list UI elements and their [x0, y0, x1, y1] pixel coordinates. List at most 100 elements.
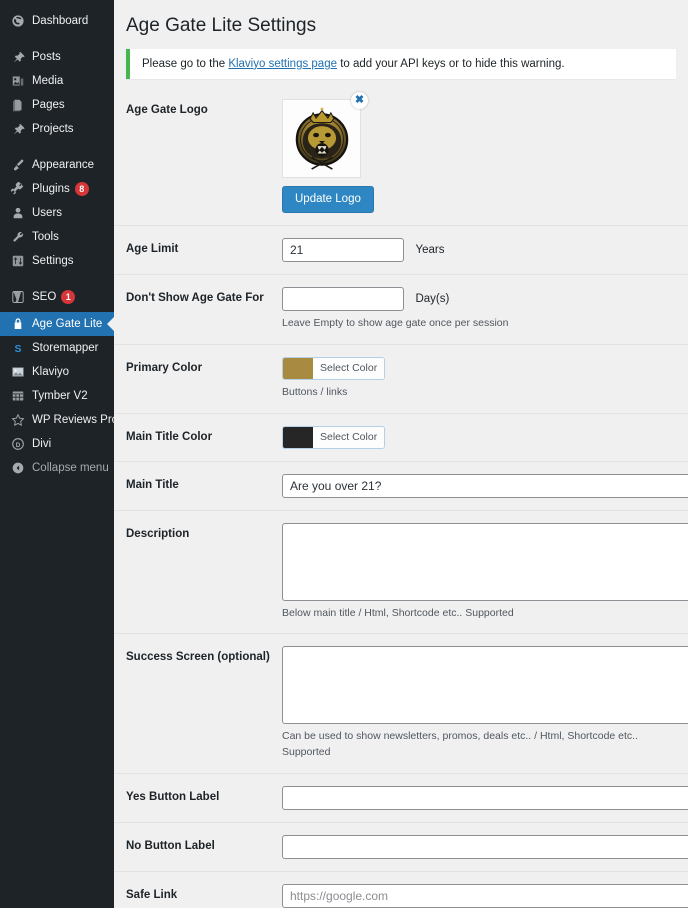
sidebar-item-klaviyo[interactable]: Klaviyo: [0, 360, 114, 384]
sidebar-item-media[interactable]: Media: [0, 69, 114, 93]
sidebar-item-storemapper[interactable]: S Storemapper: [0, 336, 114, 360]
sidebar-item-tymber-v2[interactable]: Tymber V2: [0, 384, 114, 408]
sidebar-item-label: Pages: [32, 99, 65, 111]
label-no-button: No Button Label: [126, 839, 215, 852]
main-title-color-swatch[interactable]: [283, 426, 313, 448]
sidebar-item-tools[interactable]: Tools: [0, 225, 114, 249]
safe-link-input[interactable]: [282, 883, 688, 908]
sidebar-item-label: Tymber V2: [32, 390, 88, 402]
sidebar-item-label: Users: [32, 207, 63, 219]
remove-logo-icon[interactable]: ✖: [351, 91, 368, 109]
label-primary-color: Primary Color: [126, 361, 203, 374]
wrench-icon: [9, 229, 26, 246]
row-success-screen: Success Screen (optional) Can be used to…: [114, 633, 688, 773]
svg-text:S: S: [14, 343, 21, 355]
sidebar-item-divi[interactable]: D Divi: [0, 432, 114, 456]
lion-crest-logo-icon: [295, 107, 348, 170]
page-title: Age Gate Lite Settings: [126, 15, 317, 36]
row-dont-show-age-gate: Don't Show Age Gate For Day(s) Leave Emp…: [114, 274, 688, 344]
sidebar-item-label: Divi: [32, 438, 52, 450]
star-icon: [9, 412, 26, 429]
pin-icon: [9, 121, 26, 138]
sidebar-item-posts[interactable]: Posts: [0, 45, 114, 69]
sidebar-item-wp-reviews-pro[interactable]: WP Reviews Pro: [0, 408, 114, 432]
pages-icon: [9, 97, 26, 114]
update-logo-button[interactable]: Update Logo: [282, 186, 374, 214]
dashboard-icon: [9, 13, 26, 30]
klaviyo-settings-link[interactable]: Klaviyo settings page: [228, 58, 337, 70]
paintbrush-icon: [9, 157, 26, 174]
hint-primary-color: Buttons / links: [282, 385, 348, 398]
divi-circle-d-icon: D: [9, 436, 26, 453]
sidebar-item-label: Klaviyo: [32, 366, 70, 378]
label-safe-link: Safe Link: [126, 888, 178, 901]
main-title-input[interactable]: [282, 473, 688, 498]
label-main-title-color: Main Title Color: [126, 430, 213, 443]
row-yes-button-label: Yes Button Label: [114, 772, 688, 822]
admin-sidebar: Dashboard Posts Media Pages Projects Appearan…: [0, 0, 114, 908]
collapse-arrow-icon: [9, 460, 26, 477]
pin-icon: [9, 49, 26, 66]
sidebar-item-seo[interactable]: SEO 1: [0, 285, 114, 309]
sidebar-item-label: Dashboard: [32, 15, 89, 27]
sidebar-item-settings[interactable]: Settings: [0, 249, 114, 273]
row-safe-link: Safe Link: [114, 870, 688, 908]
sidebar-item-plugins[interactable]: Plugins 8: [0, 177, 114, 201]
sidebar-item-label: Posts: [32, 51, 61, 63]
row-main-title-color: Main Title Color Select Color: [114, 412, 688, 461]
yes-button-label-input[interactable]: [282, 785, 688, 810]
label-description: Description: [126, 527, 190, 540]
sidebar-item-badge: 8: [74, 182, 89, 196]
age-limit-input[interactable]: [282, 238, 404, 263]
sidebar-item-age-gate-lite[interactable]: Age Gate Lite: [0, 312, 114, 336]
logo-preview-image: [282, 98, 361, 178]
hint-success-screen: Can be used to show newsletters, promos,…: [282, 730, 639, 759]
sidebar-item-label: SEO: [32, 291, 57, 303]
klaviyo-warning-notice: Please go to the Klaviyo settings page t…: [126, 48, 676, 79]
row-description: Description Below main title / Html, Sho…: [114, 509, 688, 634]
label-age-limit: Age Limit: [126, 243, 179, 256]
klaviyo-image-icon: [9, 364, 26, 381]
sidebar-item-badge: 1: [61, 290, 76, 304]
sidebar-item-projects[interactable]: Projects: [0, 117, 114, 141]
sidebar-item-label: Tools: [32, 231, 59, 243]
sidebar-item-collapse-menu[interactable]: Collapse menu: [0, 456, 114, 480]
sidebar-item-label: WP Reviews Pro: [32, 414, 114, 426]
primary-color-picker[interactable]: Select Color: [282, 356, 386, 380]
main-title-color-select-label[interactable]: Select Color: [313, 426, 385, 448]
description-textarea[interactable]: [282, 522, 688, 601]
primary-color-select-label[interactable]: Select Color: [313, 357, 385, 379]
user-icon: [9, 205, 26, 222]
label-yes-button: Yes Button Label: [126, 790, 220, 803]
notice-text-after: to add your API keys or to hide this war…: [337, 57, 565, 70]
sidebar-item-label: Appearance: [32, 159, 95, 171]
sidebar-item-label: Plugins: [32, 183, 70, 195]
label-success-screen: Success Screen (optional): [126, 651, 270, 664]
sidebar-item-dashboard[interactable]: Dashboard: [0, 9, 114, 33]
label-main-title: Main Title: [126, 478, 179, 491]
grid-icon: [9, 388, 26, 405]
hint-description: Below main title / Html, Shortcode etc..…: [282, 606, 514, 619]
sidebar-item-label: Collapse menu: [32, 462, 109, 474]
media-icon: [9, 73, 26, 90]
success-screen-textarea[interactable]: [282, 646, 688, 725]
row-main-title: Main Title: [114, 460, 688, 510]
sidebar-item-users[interactable]: Users: [0, 201, 114, 225]
dont-show-days-input[interactable]: [282, 287, 404, 312]
yoast-icon: [9, 289, 26, 306]
lock-icon: [9, 316, 26, 333]
sidebar-item-pages[interactable]: Pages: [0, 93, 114, 117]
sidebar-item-label: Media: [32, 75, 64, 87]
settings-sliders-icon: [9, 253, 26, 270]
label-dont-show-age-gate: Don't Show Age Gate For: [126, 292, 264, 305]
primary-color-swatch[interactable]: [283, 357, 313, 379]
main-title-color-picker[interactable]: Select Color: [282, 425, 386, 449]
sidebar-item-label: Storemapper: [32, 342, 99, 354]
row-no-button-label: No Button Label: [114, 821, 688, 871]
no-button-label-input[interactable]: [282, 834, 688, 859]
label-age-gate-logo: Age Gate Logo: [126, 103, 208, 116]
sidebar-item-label: Projects: [32, 123, 74, 135]
sidebar-item-appearance[interactable]: Appearance: [0, 153, 114, 177]
svg-text:D: D: [15, 442, 20, 449]
notice-text-before: Please go to the: [142, 57, 229, 70]
